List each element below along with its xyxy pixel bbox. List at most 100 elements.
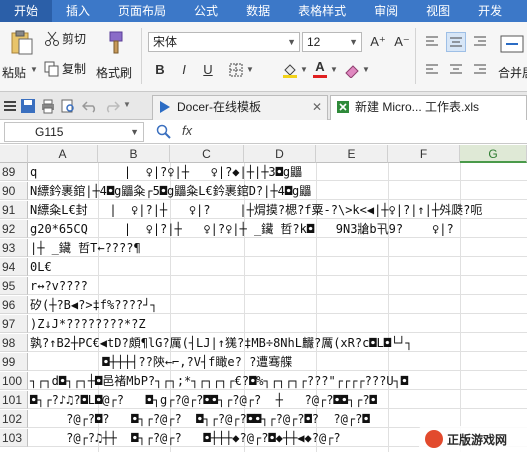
column-header[interactable]: E (316, 145, 388, 163)
align-right-icon (474, 64, 486, 74)
row-header[interactable]: 99 (0, 353, 28, 371)
chevron-down-icon[interactable]: ▼ (362, 65, 370, 74)
underline-button[interactable]: U (198, 60, 218, 80)
table-row[interactable]: )Z↓J*????????*?Z (28, 315, 527, 333)
align-right-icon (474, 36, 486, 46)
shrink-font-icon: A⁻ (394, 34, 410, 49)
menu-icon[interactable] (2, 98, 18, 114)
menu-tab[interactable]: 开始 (0, 0, 53, 22)
align-left-icon (426, 36, 438, 46)
table-row[interactable]: N縹粂L€封 | ♀|?|┼ ♀|? |┼焨摸?楒?f粟-?\>k<◀|┼♀|?… (28, 201, 527, 219)
bold-button[interactable]: B (150, 60, 170, 80)
watermark-text: 正版游戏网 (447, 432, 508, 447)
align-top-left-button[interactable] (422, 32, 442, 52)
table-row[interactable]: ┐┌┐d◘┐┌┐┼◘邑褚MbP?┐┌┐;*┐┌┐┌┐┌€?◘%┐┌┐┌┐┌???… (28, 372, 527, 390)
table-row[interactable]: ◘┼┼┼┤??陝←⌐,?V┤f瞰e? ?遭骞艓 (28, 353, 527, 371)
row-header[interactable]: 93 (0, 239, 28, 257)
doc-tab-docer[interactable]: Docer-在线模板 ✕ (152, 95, 328, 120)
row-header[interactable]: 92 (0, 220, 28, 238)
paste-button[interactable]: 粘贴 ▼ (2, 28, 42, 86)
save-icon[interactable] (20, 98, 36, 114)
format-painter-button[interactable]: 格式刷 (96, 28, 136, 86)
row-header[interactable]: 96 (0, 296, 28, 314)
row-header[interactable]: 91 (0, 201, 28, 219)
fx-icon[interactable]: fx (182, 123, 192, 138)
eraser-icon (345, 65, 359, 79)
align-center-button[interactable] (446, 60, 466, 80)
row-header[interactable]: 100 (0, 372, 28, 390)
zoom-icon[interactable] (156, 124, 172, 140)
chevron-down-icon[interactable]: ▼ (330, 65, 338, 74)
table-row[interactable]: ◘┐┌?♪♫?◘L◘@┌? ◘┐g┌?@┌?◘◘┐┌?@┌? ┼ ?@┌?◘◘┐… (28, 391, 527, 409)
fill-color-button[interactable] (280, 60, 300, 80)
doc-tab-workbook[interactable]: 新建 Micro... 工作表.xls (330, 95, 527, 120)
name-box-value: G115 (35, 125, 64, 139)
row-header[interactable]: 102 (0, 410, 28, 428)
menu-tab[interactable]: 审阅 (360, 0, 412, 22)
chevron-down-icon[interactable]: ▼ (123, 100, 131, 109)
grow-font-button[interactable]: A⁺ (368, 32, 388, 52)
copy-button[interactable]: 复制 (44, 60, 86, 77)
font-color-button[interactable]: A (310, 60, 330, 80)
ribbon-divider (415, 28, 416, 84)
menu-tab[interactable]: 开发 (464, 0, 516, 22)
border-button[interactable] (226, 60, 246, 80)
close-icon[interactable]: ✕ (312, 96, 322, 119)
table-row[interactable]: 孰?↑B2┼PC€◀tD?頗¶lG?厲(┤LJ|↑獇?‡MB÷8NhL麣?厲(x… (28, 334, 527, 352)
clear-format-button[interactable] (342, 60, 362, 80)
row-header[interactable]: 101 (0, 391, 28, 409)
align-justify-button[interactable] (470, 60, 490, 80)
table-row[interactable]: 0L€ (28, 258, 527, 276)
formula-input[interactable] (205, 122, 523, 142)
name-box[interactable]: G115 ▼ (4, 122, 144, 142)
row-header[interactable]: 90 (0, 182, 28, 200)
row-header[interactable]: 97 (0, 315, 28, 333)
align-right-button[interactable] (470, 32, 490, 52)
spreadsheet-grid[interactable]: A B C D E F G 89 q | ♀|?♀|┼ ♀|?◆|┼|┼3◘g鼺 90 N縹鈐裹錧|… (0, 145, 527, 452)
chevron-down-icon[interactable]: ▼ (30, 65, 38, 74)
column-header[interactable]: A (28, 145, 98, 163)
align-left-button[interactable] (422, 60, 442, 80)
table-row[interactable]: 矽(┼?B◀?>‡f%????┘┐ (28, 296, 527, 314)
column-header[interactable]: C (170, 145, 244, 163)
shrink-font-button[interactable]: A⁻ (392, 32, 412, 52)
redo-icon[interactable] (104, 98, 120, 114)
chevron-down-icon[interactable]: ▼ (300, 65, 308, 74)
menu-tab[interactable]: 表格样式 (284, 0, 360, 22)
chevron-down-icon[interactable]: ▼ (246, 65, 254, 74)
row-header[interactable]: 98 (0, 334, 28, 352)
formula-bar: G115 ▼ fx (0, 120, 527, 144)
menu-tab[interactable]: 公式 (180, 0, 232, 22)
select-all-corner[interactable] (0, 145, 28, 163)
menu-tab[interactable]: 视图 (412, 0, 464, 22)
row-header[interactable]: 95 (0, 277, 28, 295)
merge-center-button[interactable]: 合并居中 (496, 28, 527, 86)
align-middle-button[interactable] (446, 32, 466, 52)
table-row[interactable]: N縹鈐裹錧|┼4◘g鼺粂┌5◘g鼺粂L€鈐裹錧D?|┼4◘g鼺 (28, 182, 527, 200)
column-header[interactable]: B (98, 145, 170, 163)
table-row[interactable]: g20*65CQ | ♀|?|┼ ♀|?♀|┼ _鑶 哲?k◘ 9N3牄b卂9?… (28, 220, 527, 238)
column-header[interactable]: F (388, 145, 460, 163)
italic-button[interactable]: I (174, 60, 194, 80)
menu-tab[interactable]: 插入 (52, 0, 104, 22)
font-size-select[interactable]: 12 ▼ (302, 32, 362, 52)
menu-tab[interactable]: 页面布局 (104, 0, 180, 22)
print-preview-icon[interactable] (60, 98, 76, 114)
table-row[interactable]: r↔?v???? (28, 277, 527, 295)
underline-icon: U (203, 62, 213, 77)
undo-icon[interactable] (82, 98, 98, 114)
print-icon[interactable] (40, 98, 56, 114)
doc-tab-label: 新建 Micro... 工作表.xls (355, 100, 480, 114)
row-header[interactable]: 103 (0, 429, 28, 447)
column-header[interactable]: D (244, 145, 316, 163)
column-header[interactable]: G (460, 145, 527, 163)
row-header[interactable]: 89 (0, 163, 28, 181)
align-center-icon (450, 37, 462, 47)
menu-tab[interactable]: 数据 (232, 0, 284, 22)
cut-button[interactable]: 剪切 (44, 30, 86, 47)
row-header[interactable]: 94 (0, 258, 28, 276)
table-row[interactable]: q | ♀|?♀|┼ ♀|?◆|┼|┼3◘g鼺 (28, 163, 527, 181)
border-icon (229, 63, 243, 77)
table-row[interactable]: |┼ _鑶 哲T←????¶ (28, 239, 527, 257)
font-name-select[interactable]: 宋体 ▼ (148, 32, 300, 52)
